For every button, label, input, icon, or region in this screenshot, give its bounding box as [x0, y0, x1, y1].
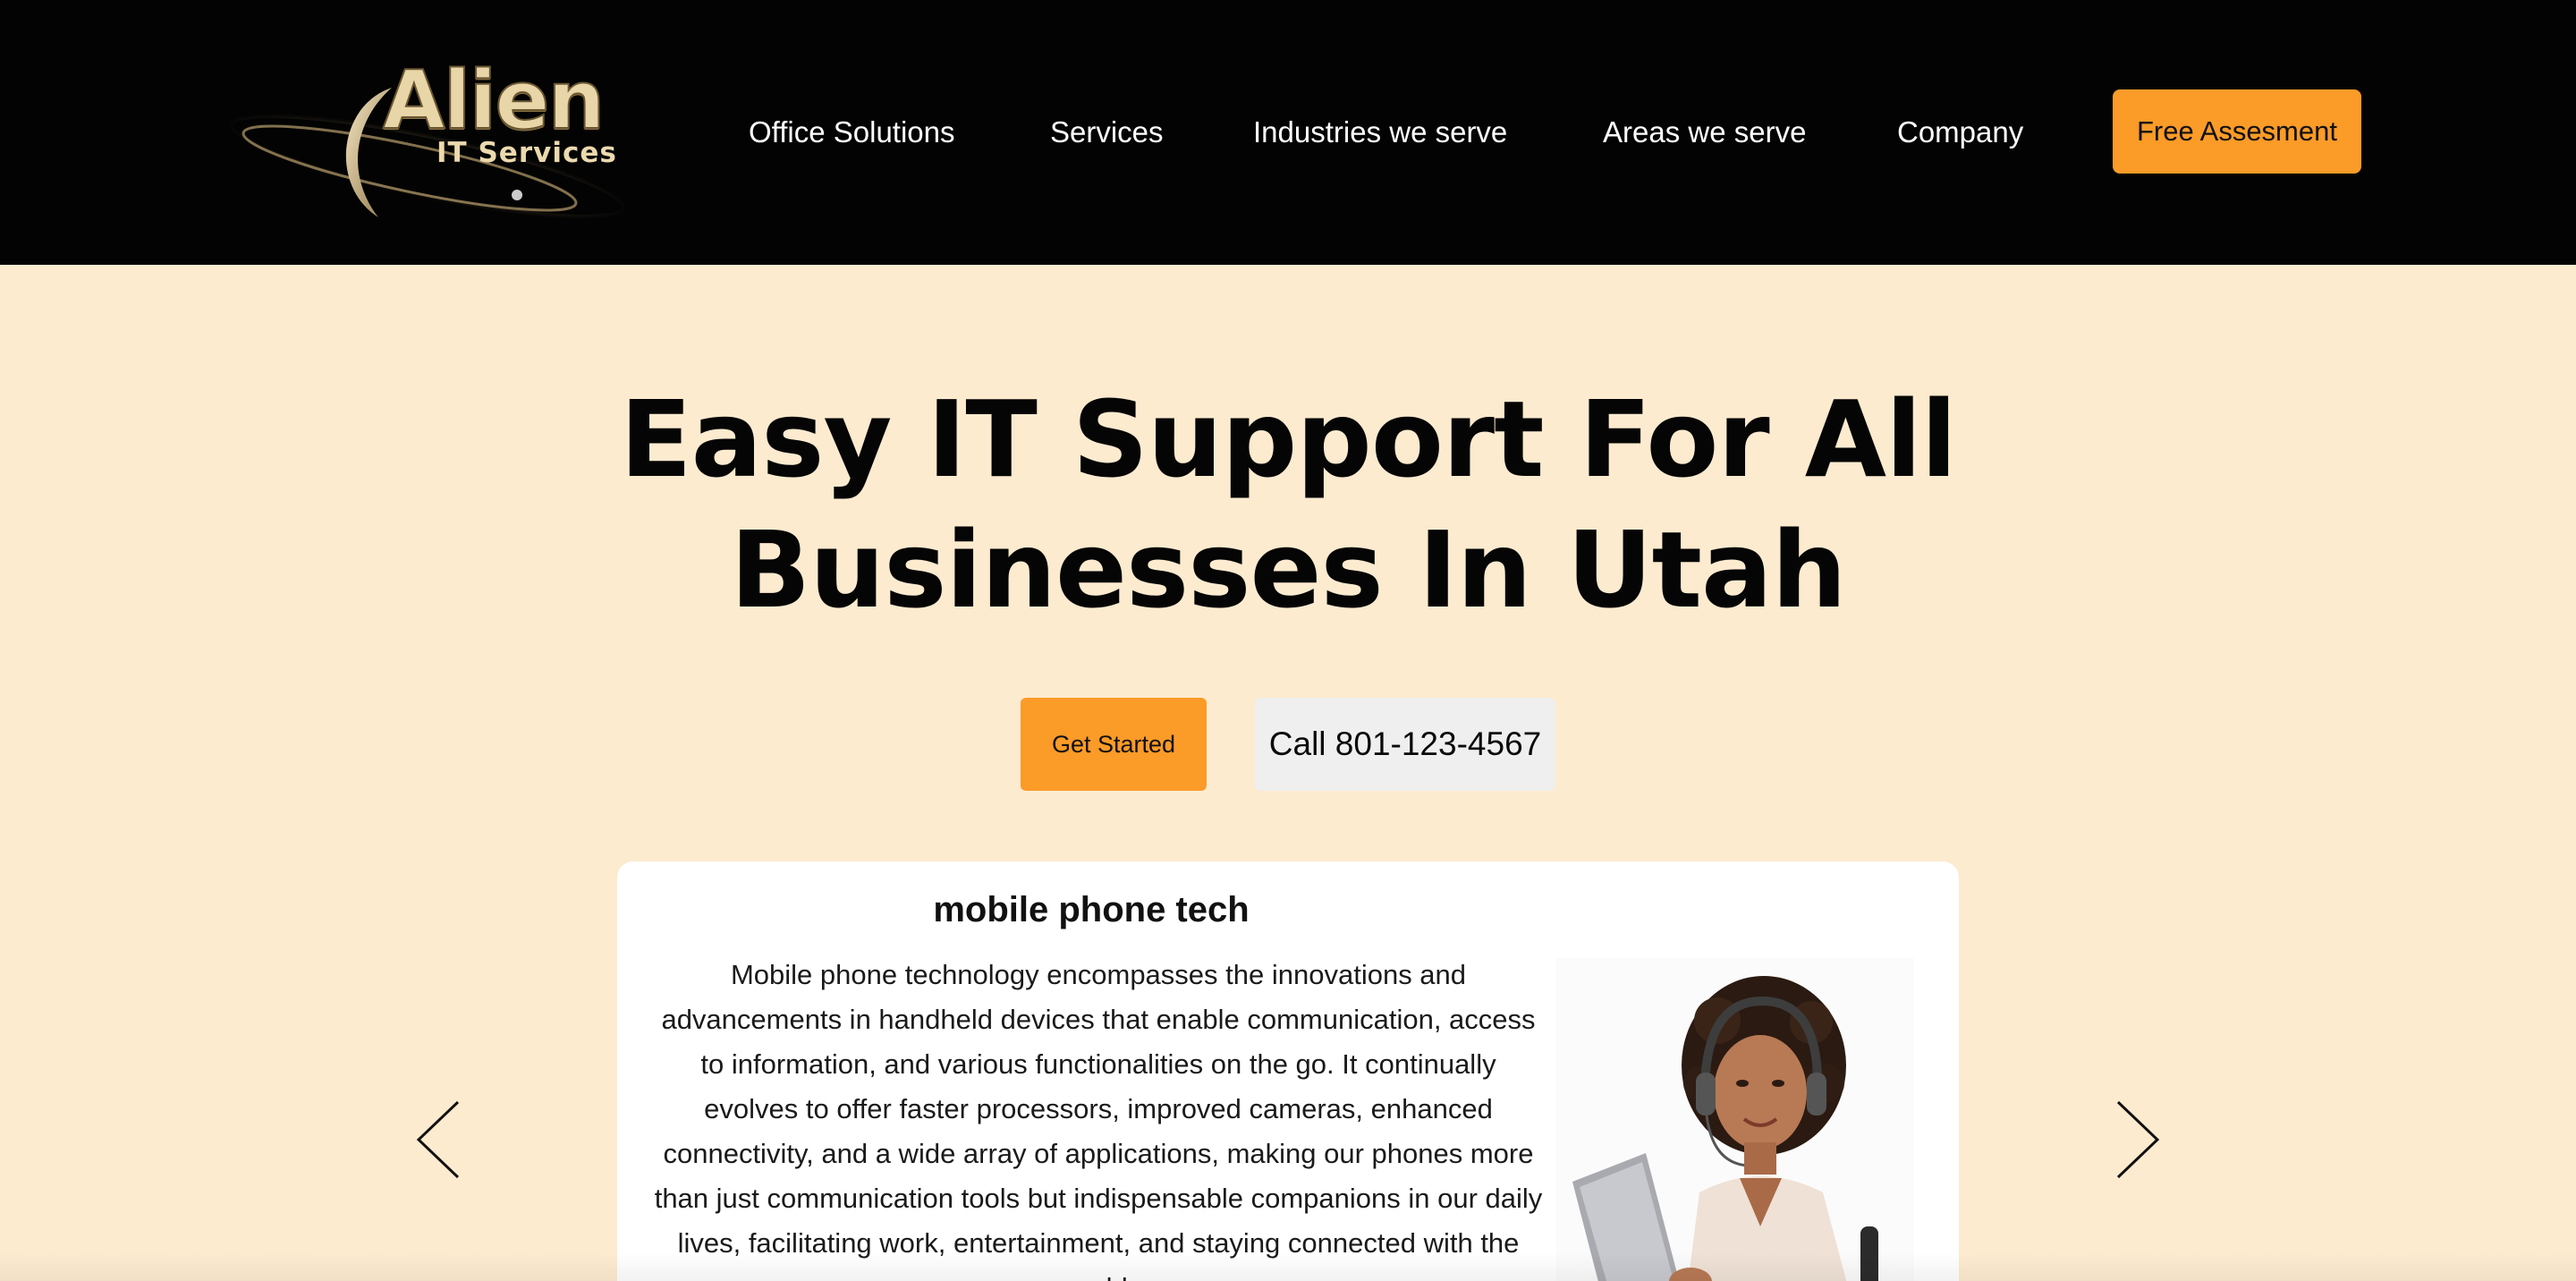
- carousel-next-button[interactable]: [2114, 1099, 2161, 1181]
- chevron-right-icon: [2116, 1100, 2160, 1179]
- get-started-button[interactable]: Get Started: [1021, 698, 1207, 791]
- carousel-card: mobile phone tech Mobile phone technolog…: [617, 861, 1959, 1281]
- nav-item-industries[interactable]: Industries we serve: [1253, 106, 1507, 159]
- carousel-prev-button[interactable]: [415, 1099, 462, 1181]
- nav-item-areas[interactable]: Areas we serve: [1603, 106, 1806, 159]
- hero-title-line-1: Easy IT Support For All: [619, 378, 1957, 501]
- nav-item-office-solutions[interactable]: Office Solutions: [749, 106, 955, 159]
- call-phone-button[interactable]: Call 801-123-4567: [1255, 698, 1555, 791]
- chevron-left-icon: [416, 1100, 460, 1179]
- free-assessment-button[interactable]: Free Assesment: [2113, 89, 2361, 174]
- woman-headset-laptop-image: [1572, 976, 1878, 1281]
- card-illustration: [1556, 958, 1914, 1281]
- card-title: mobile phone tech: [933, 890, 1250, 929]
- site-header: Alien IT Services Office Solutions Servi…: [0, 0, 2576, 265]
- hero-title-line-2: Businesses In Utah: [730, 508, 1846, 632]
- card-description: Mobile phone technology encompasses the …: [654, 959, 1543, 1281]
- hero-title: Easy IT Support For All Businesses In Ut…: [0, 374, 2576, 635]
- nav-item-company[interactable]: Company: [1897, 106, 2023, 159]
- nav-item-services[interactable]: Services: [1050, 106, 1164, 159]
